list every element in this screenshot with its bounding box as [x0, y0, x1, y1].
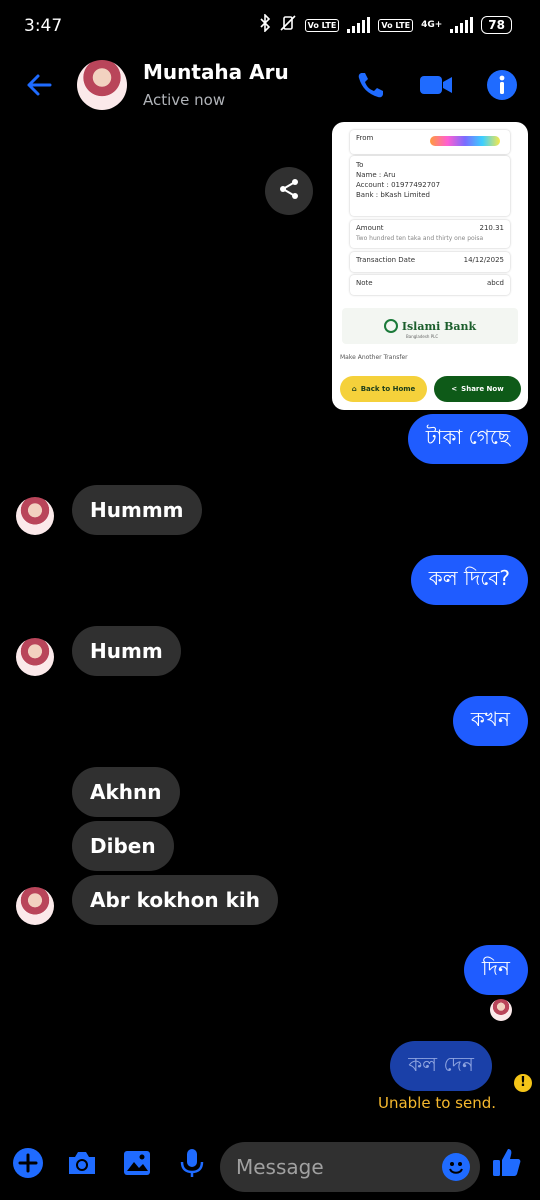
- receipt-to-label: To: [356, 161, 364, 169]
- message-bubble-incoming[interactable]: Humm: [72, 626, 181, 676]
- message-input[interactable]: [236, 1142, 436, 1192]
- receipt-date-card: Transaction Date 14/12/2025: [350, 252, 510, 272]
- receipt-amount-words: Two hundred ten taka and thirty one pois…: [356, 235, 484, 242]
- message-input-container[interactable]: [220, 1142, 480, 1192]
- receipt-note-value: abcd: [486, 279, 504, 287]
- receipt-date-label: Transaction Date: [356, 256, 416, 264]
- message-text: Hummm: [90, 498, 184, 522]
- redaction-scribble: [430, 136, 500, 146]
- message-text: দিন: [481, 955, 510, 980]
- contact-avatar[interactable]: [77, 60, 127, 110]
- receipt-name-line: Name : Aru: [356, 171, 396, 179]
- signal-bars-icon: [450, 17, 474, 33]
- contact-avatar-small[interactable]: [16, 497, 54, 535]
- message-text: Diben: [90, 834, 156, 858]
- receipt-from-card: From: [350, 130, 510, 154]
- make-another-transfer-link: Make Another Transfer: [340, 354, 408, 361]
- message-bubble-outgoing[interactable]: কখন: [452, 696, 528, 746]
- message-text: Abr kokhon kih: [90, 888, 260, 912]
- receipt-to-card: To Name : Aru Account : 01977492707 Bank…: [350, 156, 510, 216]
- transfer-receipt-image[interactable]: From To Name : Aru Account : 01977492707…: [332, 122, 528, 410]
- message-text: Humm: [90, 639, 163, 663]
- receipt-from-label: From: [356, 134, 374, 142]
- home-icon: ⌂: [351, 385, 357, 393]
- share-icon: [277, 177, 301, 205]
- gallery-icon[interactable]: [120, 1146, 154, 1180]
- share-small-icon: <: [451, 385, 458, 393]
- phone-icon[interactable]: [354, 68, 388, 102]
- message-bubble-outgoing[interactable]: দিন: [463, 945, 528, 995]
- microphone-icon[interactable]: [175, 1146, 209, 1180]
- back-arrow-icon[interactable]: [22, 68, 56, 102]
- contact-avatar-small[interactable]: [16, 887, 54, 925]
- presence-status: Active now: [143, 91, 226, 109]
- share-now-button: < Share Now: [434, 376, 521, 402]
- message-bubble-incoming[interactable]: Hummm: [72, 485, 202, 535]
- sim1-volte-badge: Vo LTE: [304, 18, 340, 32]
- plus-icon[interactable]: [11, 1146, 45, 1180]
- share-button[interactable]: [265, 167, 313, 215]
- status-time: 3:47: [24, 16, 63, 36]
- bluetooth-icon: [259, 13, 271, 36]
- contact-name[interactable]: Muntaha Aru: [143, 60, 289, 84]
- bank-subtitle: Bangladesh PLC: [406, 334, 439, 339]
- message-text: টাকা গেছে: [425, 424, 510, 449]
- camera-icon[interactable]: [65, 1146, 99, 1180]
- contact-avatar-small[interactable]: [16, 638, 54, 676]
- sim2-volte-badge: Vo LTE: [378, 18, 414, 32]
- battery-level: 78: [481, 16, 512, 34]
- message-bubble-incoming[interactable]: Akhnn: [72, 767, 180, 817]
- video-camera-icon[interactable]: [418, 68, 452, 102]
- vibrate-off-icon: [279, 14, 297, 36]
- message-bubble-incoming[interactable]: Diben: [72, 821, 174, 871]
- emoji-icon[interactable]: [442, 1153, 470, 1181]
- warning-icon[interactable]: !: [514, 1074, 532, 1092]
- status-bar: 3:47 Vo LTE Vo LTE 4G+ 78: [0, 0, 540, 56]
- message-bubble-incoming[interactable]: Abr kokhon kih: [72, 875, 278, 925]
- unable-to-send-text[interactable]: Unable to send.: [378, 1094, 496, 1112]
- receipt-date-value: 14/12/2025: [463, 256, 504, 264]
- receipt-note-label: Note: [356, 279, 373, 287]
- receipt-amount-label: Amount: [356, 224, 384, 232]
- back-to-home-label: Back to Home: [360, 385, 416, 393]
- receipt-bank-line: Bank : bKash Limited: [356, 191, 431, 199]
- back-to-home-button: ⌂ Back to Home: [340, 376, 427, 402]
- thumbs-up-icon[interactable]: [490, 1146, 524, 1180]
- share-now-label: Share Now: [461, 385, 504, 393]
- receipt-amount-card: Amount 210.31 Two hundred ten taka and th…: [350, 220, 510, 248]
- network-type: 4G+: [421, 20, 443, 30]
- receipt-note-card: Note abcd: [350, 275, 510, 295]
- message-text: কল দিবে?: [428, 565, 510, 590]
- seen-indicator-avatar: [490, 999, 512, 1021]
- message-text: কখন: [470, 706, 510, 731]
- signal-bars-icon: [347, 17, 371, 33]
- message-bubble-failed[interactable]: কল দেন: [390, 1041, 492, 1091]
- chat-header: Muntaha Aru Active now: [0, 56, 540, 116]
- bank-name: Islami Bank: [401, 319, 477, 333]
- status-icons: Vo LTE Vo LTE 4G+ 78: [259, 13, 512, 36]
- message-text: কল দেন: [408, 1051, 474, 1076]
- bank-emblem-icon: [383, 319, 398, 333]
- info-icon[interactable]: [485, 68, 519, 102]
- message-bubble-outgoing[interactable]: কল দিবে?: [410, 555, 528, 605]
- receipt-account-line: Account : 01977492707: [356, 181, 441, 189]
- bank-logo: Islami Bank Bangladesh PLC: [342, 308, 518, 344]
- receipt-amount-value: 210.31: [479, 224, 505, 232]
- message-composer: [0, 1132, 540, 1200]
- message-text: Akhnn: [90, 780, 162, 804]
- message-bubble-outgoing[interactable]: টাকা গেছে: [407, 414, 528, 464]
